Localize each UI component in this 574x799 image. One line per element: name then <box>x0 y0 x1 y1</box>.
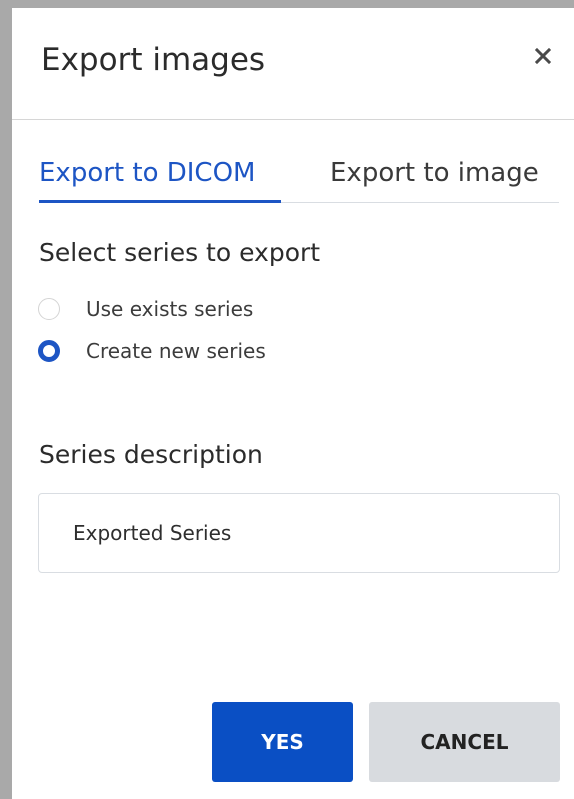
radio-unselected-icon[interactable] <box>38 298 60 320</box>
radio-label-use-exists-series: Use exists series <box>86 297 254 321</box>
yes-button[interactable]: YES <box>212 702 353 782</box>
window-frame-top <box>0 0 574 8</box>
radio-selected-icon[interactable] <box>38 340 60 362</box>
series-description-heading: Series description <box>39 440 263 469</box>
tab-export-to-dicom[interactable]: Export to DICOM <box>39 156 255 202</box>
series-description-input[interactable] <box>38 493 560 573</box>
window-frame-left <box>0 0 12 799</box>
radio-label-create-new-series: Create new series <box>86 339 266 363</box>
radio-create-new-series[interactable]: Create new series <box>38 337 266 365</box>
close-icon <box>535 48 551 64</box>
close-button[interactable] <box>527 40 559 72</box>
radio-use-exists-series[interactable]: Use exists series <box>38 295 253 323</box>
active-tab-indicator <box>39 200 281 203</box>
select-series-heading: Select series to export <box>39 238 321 267</box>
dialog-header: Export images <box>12 8 574 120</box>
cancel-button[interactable]: CANCEL <box>369 702 560 782</box>
export-tabs: Export to DICOM Export to image <box>39 156 559 203</box>
tab-export-to-image[interactable]: Export to image <box>330 156 539 202</box>
page: Export images Export to DICOM Export to … <box>0 0 574 799</box>
export-images-dialog: Export images Export to DICOM Export to … <box>12 8 574 799</box>
dialog-title: Export images <box>41 42 266 78</box>
